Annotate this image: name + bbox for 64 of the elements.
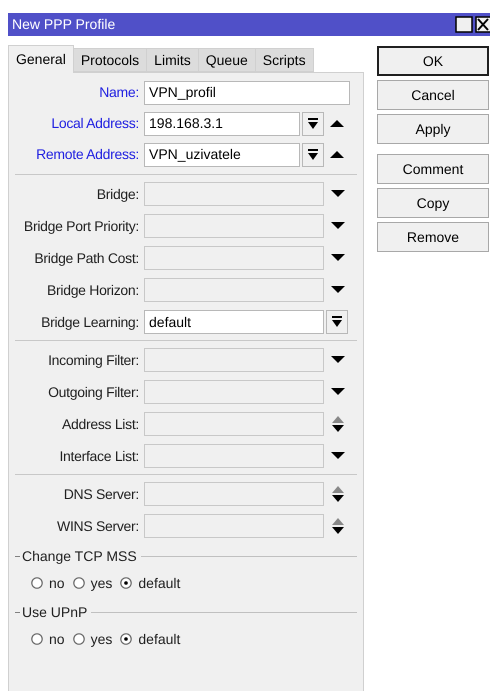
field-label: DNS Server: — [62, 484, 140, 504]
radio-button[interactable] — [72, 633, 85, 645]
dropdown-arrow-icon[interactable] — [331, 388, 345, 396]
radio-button[interactable] — [120, 577, 132, 589]
close-icon[interactable] — [475, 16, 490, 33]
field-label: Incoming Filter: — [47, 350, 140, 370]
radio-button[interactable] — [120, 633, 132, 645]
input-field[interactable]: VPN_profil — [144, 80, 350, 104]
dropdown-arrow-icon[interactable] — [331, 190, 345, 198]
field-label: Interface List: — [58, 446, 140, 466]
input-field[interactable]: 198.168.3.1 — [144, 112, 300, 136]
radio-button[interactable] — [31, 633, 43, 645]
maximize-icon[interactable] — [455, 16, 473, 33]
group-title: Change TCP MSS — [22, 546, 137, 566]
field-label: Bridge Path Cost: — [33, 248, 140, 268]
dialog-button[interactable]: Comment — [377, 154, 489, 184]
window-title: New PPP Profile — [11, 15, 116, 34]
expand-button[interactable] — [302, 142, 324, 166]
tab[interactable]: Scripts — [254, 48, 314, 72]
field-label: Bridge Horizon: — [46, 280, 140, 300]
tab[interactable]: General — [8, 45, 74, 73]
radio-button[interactable] — [31, 577, 43, 589]
input-field[interactable]: default — [144, 310, 324, 334]
tab[interactable]: Queue — [198, 48, 256, 72]
field-label: Bridge Port Priority: — [22, 216, 140, 236]
expand-button[interactable] — [302, 112, 324, 136]
dialog-button[interactable]: Apply — [377, 114, 489, 144]
tab[interactable]: Protocols — [72, 48, 148, 72]
radio-option[interactable]: no — [31, 628, 65, 650]
radio-option[interactable]: default — [120, 628, 180, 650]
field-label: Local Address: — [50, 114, 140, 133]
input-field[interactable]: VPN_uzivatele — [144, 142, 300, 166]
field-label: Address List: — [60, 414, 140, 434]
dropdown-arrow-icon[interactable] — [331, 452, 345, 460]
radio-option[interactable]: yes — [72, 628, 112, 650]
up-arrow-icon[interactable] — [330, 150, 344, 158]
dropdown-arrow-icon[interactable] — [331, 222, 345, 230]
expand-button[interactable] — [326, 310, 348, 334]
dialog-button[interactable]: Cancel — [377, 80, 489, 110]
field-label: Name: — [98, 83, 140, 102]
dialog-button[interactable]: Copy — [377, 188, 489, 218]
up-arrow-icon[interactable] — [330, 120, 344, 128]
field-label: Remote Address: — [35, 145, 140, 164]
radio-option[interactable]: no — [31, 572, 65, 594]
field-label: Bridge Learning: — [40, 312, 140, 332]
spinner-arrows-icon[interactable] — [332, 518, 344, 534]
dialog-button[interactable]: Remove — [377, 222, 489, 252]
radio-option[interactable]: yes — [72, 572, 112, 594]
group-title: Use UPnP — [22, 602, 88, 622]
dialog-button[interactable]: OK — [377, 46, 489, 76]
spinner-arrows-icon[interactable] — [332, 416, 344, 432]
field-label: Bridge: — [96, 184, 140, 204]
dropdown-arrow-icon[interactable] — [331, 254, 345, 262]
spinner-arrows-icon[interactable] — [332, 486, 344, 502]
radio-option[interactable]: default — [120, 572, 180, 594]
expand-down-icon — [331, 316, 343, 328]
radio-button[interactable] — [72, 577, 85, 589]
expand-down-icon — [307, 148, 319, 160]
expand-down-icon — [307, 118, 319, 130]
dropdown-arrow-icon[interactable] — [331, 286, 345, 294]
tab[interactable]: Limits — [146, 48, 199, 72]
dropdown-arrow-icon[interactable] — [331, 356, 345, 364]
field-label: WINS Server: — [56, 516, 140, 536]
field-label: Outgoing Filter: — [47, 382, 140, 402]
